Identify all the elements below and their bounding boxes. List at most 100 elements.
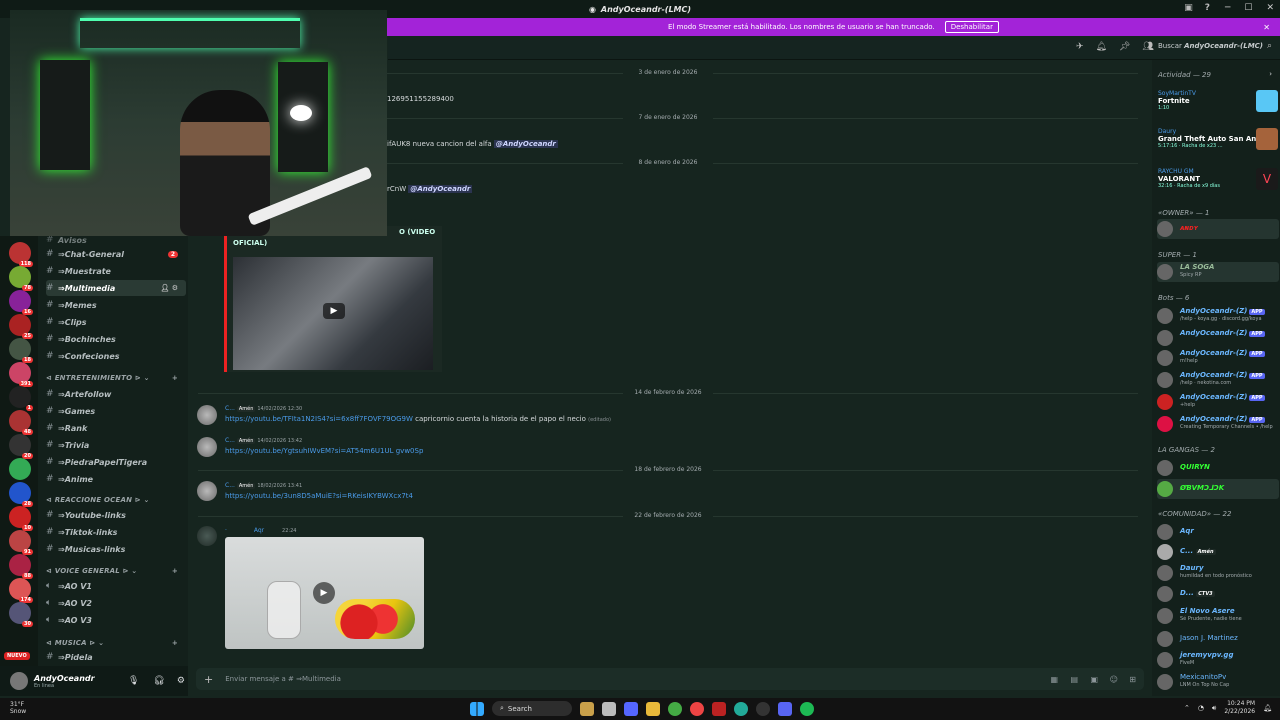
member-item[interactable]: AndyOceandr-(Z) APP m!help (1157, 348, 1279, 368)
widget-icon[interactable] (580, 701, 594, 716)
avatar[interactable] (197, 481, 217, 501)
chrome-icon[interactable] (668, 701, 682, 716)
member-item[interactable]: El Novo Asere Sé Prudente, nadie tiene (1157, 606, 1279, 626)
headphones-icon[interactable]: 🎧︎ (153, 676, 164, 686)
maximize-button[interactable]: ☐ (1244, 3, 1252, 13)
message-composer[interactable]: + Enviar mensaje a # ⇒Multimedia ▦ ▤ ▣ ☺… (196, 668, 1144, 690)
folder-icon[interactable] (646, 701, 660, 716)
category-voice[interactable]: ⊲ VOICE GENERAL ⊳ ⌄ + (46, 567, 186, 575)
gif-icon[interactable]: ▤ (1070, 675, 1078, 684)
taskbar-clock[interactable]: 10:24 PM 2/22/2026 (1224, 700, 1255, 716)
server-icon[interactable]: 48 (9, 410, 33, 435)
channel-memes[interactable]: # ⇒ Memes (46, 297, 186, 313)
gift-icon[interactable]: ▦ (1050, 675, 1058, 684)
close-banner-icon[interactable]: ✕ (1263, 23, 1270, 32)
server-icon[interactable]: 78 (9, 266, 33, 291)
add-attachment-icon[interactable]: + (204, 673, 213, 686)
copilot-icon[interactable] (624, 701, 638, 716)
channel-piedrapapeltigera[interactable]: # ⇒ PiedraPapelTigera (46, 454, 186, 470)
avatar[interactable] (197, 437, 217, 457)
taskbar-search[interactable]: ⌕ Search (492, 701, 572, 716)
voice-channel-ao-v2[interactable]: 🔈︎ ⇒ AO V2 (46, 595, 186, 611)
channel-musicas-links[interactable]: # ⇒ Musicas-links (46, 541, 186, 557)
member-item[interactable]: jeremyvpv.gg FiveM (1157, 650, 1279, 670)
member-item[interactable]: AndyOceandr-(Z) APP +help (1157, 392, 1279, 412)
embed-title[interactable]: OFICIAL) (233, 239, 267, 247)
author-name[interactable]: C... (225, 482, 235, 489)
server-icon[interactable] (9, 458, 31, 480)
notification-icon[interactable]: 🔔︎ (1263, 704, 1272, 712)
avatar[interactable] (197, 405, 217, 425)
minimize-button[interactable]: ─ (1225, 3, 1230, 13)
author-name[interactable]: Aqr (254, 527, 264, 534)
microphone-icon[interactable]: 🎙︎ (128, 676, 139, 686)
server-icon[interactable]: 174 (9, 578, 33, 603)
spotify-icon[interactable] (800, 701, 814, 716)
avatar[interactable] (10, 672, 28, 690)
server-icon[interactable]: 1 (9, 386, 33, 411)
avatar[interactable] (197, 526, 217, 546)
channel-chat-general[interactable]: # ⇒ Chat-General 2 (46, 246, 186, 262)
channel-settings-icon[interactable]: 👤︎ ⚙ (160, 284, 178, 292)
message-link[interactable]: https://youtu.be/3un8D5aMuiE?si=RKeisIKY… (225, 492, 413, 500)
member-item[interactable]: AndyOceandr-(Z) APP/help · nekotina.com (1157, 370, 1279, 390)
user-mention[interactable]: @AndyOceandr (408, 185, 473, 193)
activity-card[interactable]: Daury Grand Theft Auto San Andr... 5:17:… (1158, 128, 1278, 160)
play-icon[interactable]: ▶ (323, 303, 345, 319)
channel-confeciones[interactable]: # ⇒ Confeciones (46, 348, 186, 364)
server-icon[interactable]: 91 (9, 530, 33, 555)
close-window-button[interactable]: ✕ (1266, 3, 1274, 13)
add-channel-icon[interactable]: + (172, 374, 178, 382)
member-item[interactable]: C... Amén (1157, 542, 1279, 562)
channel-rank[interactable]: # ⇒ Rank (46, 420, 186, 436)
server-icon[interactable]: 18 (9, 338, 33, 363)
server-icon[interactable]: 118 (9, 242, 33, 267)
embed-title[interactable]: O (VIDEO (399, 228, 435, 236)
volume-icon[interactable]: 🔊︎ (1212, 704, 1216, 713)
message-link[interactable]: https://youtu.be/YgtsuhIWvEM?si=AT54m6U1… (225, 447, 423, 455)
channel-clips[interactable]: # ⇒ Clips (46, 314, 186, 330)
channel-games[interactable]: # ⇒ Games (46, 403, 186, 419)
activity-card[interactable]: RAYCHU GM VALORANT 32:16 · Racha de x9 d… (1158, 168, 1278, 200)
member-item[interactable]: ᴀɴᴅʏ (1157, 219, 1279, 239)
video-attachment[interactable]: ▶ (225, 537, 424, 649)
channel-youtube-links[interactable]: # ⇒ Youtube-links (46, 507, 186, 523)
server-icon[interactable]: 391 (9, 362, 33, 387)
chevron-up-icon[interactable]: ⌃ (1184, 704, 1190, 712)
add-channel-icon[interactable]: + (172, 639, 178, 647)
voice-channel-ao-v3[interactable]: 🔈︎ ⇒ AO V3 (46, 612, 186, 628)
pin-icon[interactable]: 📌︎ (1119, 42, 1130, 52)
category-reaccione[interactable]: ⊲ REACCIONE OCEAN ⊳ ⌄ (46, 496, 186, 504)
server-icon[interactable]: 16 (9, 290, 33, 315)
wifi-icon[interactable]: ◔ (1198, 704, 1204, 712)
sticker-icon[interactable]: ▣ (1090, 675, 1098, 684)
member-item[interactable]: ØƁVMƆ⅃ƆK (1157, 479, 1279, 499)
apps-icon[interactable]: ⊞ (1129, 675, 1136, 684)
chevron-right-icon[interactable]: › (1269, 70, 1272, 78)
play-icon[interactable]: ▶ (313, 582, 335, 604)
member-item[interactable]: Jason J. Martinez (1157, 629, 1279, 649)
app-icon[interactable] (712, 701, 726, 716)
category-musica[interactable]: ⊲ MUSICA ⊳ ⌄ + (46, 639, 186, 647)
member-list-icon[interactable]: 👥︎ (1142, 42, 1153, 52)
member-item[interactable]: D... CTV3 (1157, 584, 1279, 604)
activity-card[interactable]: SoyMartinTV Fortnite 1:10 (1158, 90, 1278, 122)
channel-muestrate[interactable]: # ⇒ Muestrate (46, 263, 186, 279)
search-input[interactable]: Buscar AndyOceandr-(LMC) (1158, 42, 1263, 50)
category-entretenimiento[interactable]: ⊲ ENTRETENIMIENTO ⊳ ⌄ + (46, 374, 186, 382)
threads-icon[interactable]: ✈ (1076, 42, 1084, 52)
server-icon[interactable]: 10 (9, 506, 33, 531)
edge-icon[interactable] (734, 701, 748, 716)
server-icon[interactable]: 20 (9, 434, 33, 459)
help-icon[interactable]: ? (1205, 3, 1210, 13)
member-item[interactable]: QUIRYN (1157, 458, 1279, 478)
gear-icon[interactable]: ⚙ (177, 676, 185, 686)
author-name[interactable]: C... (225, 437, 235, 444)
user-mention[interactable]: @AndyOceandr (493, 140, 558, 148)
channel-anime[interactable]: # ⇒ Anime (46, 471, 186, 487)
notification-bell-icon[interactable]: 🔔︎ (1096, 42, 1107, 52)
server-icon[interactable]: 30 (9, 602, 33, 627)
app-icon[interactable] (690, 701, 704, 716)
weather-widget[interactable]: 31°F Snow (10, 701, 26, 715)
disable-streamer-button[interactable]: Deshabilitar (944, 21, 999, 33)
